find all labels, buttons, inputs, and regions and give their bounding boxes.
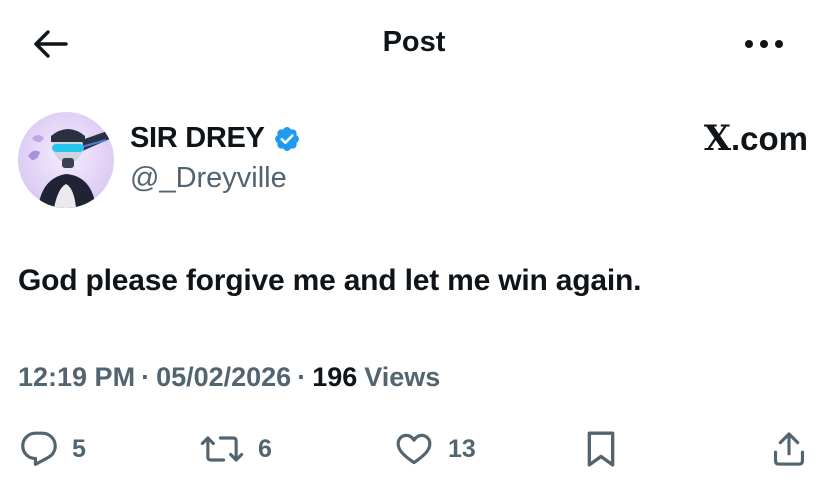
post-author: SIR DREY @_Dreyville X .com (18, 112, 808, 212)
bookmark-icon (587, 431, 615, 467)
repost-button[interactable]: 6 (200, 426, 272, 472)
avatar[interactable] (18, 112, 114, 208)
verified-badge-icon (274, 126, 299, 151)
meta-separator: · (297, 362, 307, 392)
author-name-row: SIR DREY (130, 122, 301, 155)
views-count: 196 (312, 362, 358, 392)
author-handle[interactable]: @_Dreyville (130, 162, 287, 195)
share-icon (773, 432, 805, 466)
post-date[interactable]: 05/02/2026 (156, 362, 291, 393)
repost-icon (200, 436, 244, 462)
x-logo-icon: X (703, 118, 731, 159)
meta-separator: · (141, 362, 151, 392)
source-domain: .com (730, 120, 808, 157)
reply-icon (21, 431, 57, 466)
bookmark-button[interactable] (584, 426, 618, 472)
reply-count: 5 (72, 434, 86, 463)
action-bar: 5 6 13 (0, 426, 828, 476)
like-button[interactable]: 13 (394, 426, 476, 472)
source-watermark: X .com (704, 118, 808, 159)
like-count: 13 (448, 434, 476, 463)
views-label[interactable]: Views (364, 362, 440, 393)
heart-icon (396, 433, 432, 465)
post-time[interactable]: 12:19 PM (18, 362, 135, 393)
page-title: Post (382, 26, 446, 58)
reply-button[interactable]: 5 (20, 426, 86, 472)
post-text: God please forgive me and let me win aga… (18, 264, 642, 297)
share-button[interactable] (770, 426, 808, 472)
more-horizontal-icon (745, 40, 783, 48)
repost-count: 6 (258, 434, 272, 463)
more-options-button[interactable] (740, 30, 788, 58)
top-bar: Post (0, 0, 828, 90)
author-display-name[interactable]: SIR DREY (130, 122, 265, 155)
post-meta: 12:19 PM · 05/02/2026 · 196 Views (18, 362, 440, 393)
